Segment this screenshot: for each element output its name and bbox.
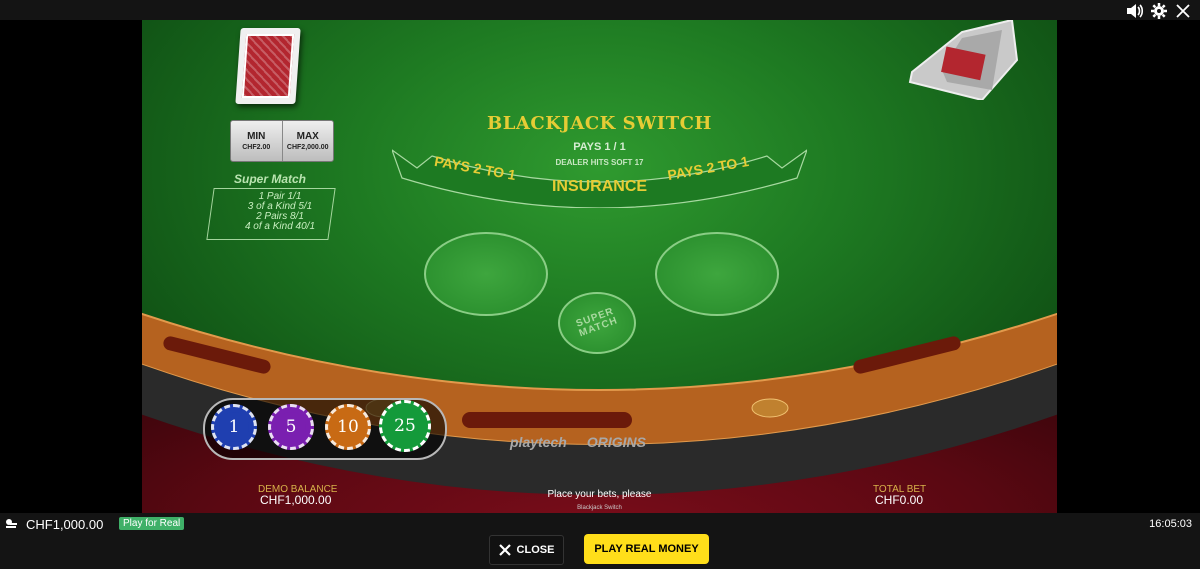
paytable-line: 4 of a Kind 40/1 bbox=[244, 221, 316, 232]
discard-tray bbox=[908, 20, 1019, 100]
chip-5[interactable]: 5 bbox=[268, 404, 314, 450]
provider-logos: playtech ORIGINS bbox=[510, 434, 646, 450]
chip-value: 5 bbox=[276, 412, 306, 442]
gear-icon[interactable] bbox=[1150, 2, 1168, 20]
chip-25[interactable]: 25 bbox=[379, 400, 431, 452]
total-bet-value: CHF0.00 bbox=[875, 493, 924, 507]
playtech-logo: playtech bbox=[510, 434, 567, 450]
close-icon[interactable] bbox=[1174, 2, 1192, 20]
super-match-paytable: 1 Pair 1/1 3 of a Kind 5/1 2 Pairs 8/1 4… bbox=[216, 192, 344, 232]
chip-value: 1 bbox=[219, 412, 249, 442]
insurance-label: INSURANCE bbox=[551, 178, 648, 195]
play-for-real-button[interactable]: Play for Real bbox=[119, 517, 185, 530]
chip-value: 10 bbox=[333, 412, 363, 442]
clock: 16:05:03 bbox=[1149, 518, 1192, 530]
close-button-label: CLOSE bbox=[516, 544, 555, 556]
origins-logo: ORIGINS bbox=[586, 434, 646, 450]
card-deck bbox=[235, 28, 301, 104]
game-title: BLACKJACK SWITCH bbox=[487, 113, 712, 134]
play-real-money-button[interactable]: PLAY REAL MONEY bbox=[584, 534, 709, 564]
top-controls bbox=[1126, 2, 1192, 20]
close-icon bbox=[498, 544, 511, 556]
speaker-icon[interactable] bbox=[1126, 2, 1144, 20]
chip-1[interactable]: 1 bbox=[211, 404, 257, 450]
footer-balance: CHF1,000.00 bbox=[26, 517, 104, 532]
insurance-banner bbox=[392, 149, 807, 208]
footer-bar: CHF1,000.00 Play for Real 16:05:03 CLOSE… bbox=[0, 513, 1200, 569]
top-bar bbox=[0, 0, 1200, 20]
blackjack-table: MIN CHF2.00 MAX CHF2,000.00 Super Match … bbox=[142, 20, 1057, 513]
chip-10[interactable]: 10 bbox=[325, 404, 371, 450]
chip-value: 25 bbox=[390, 411, 420, 441]
close-button[interactable]: CLOSE bbox=[489, 535, 564, 565]
coins-icon bbox=[6, 519, 17, 528]
chip-tray: 1 5 10 25 bbox=[203, 398, 447, 460]
